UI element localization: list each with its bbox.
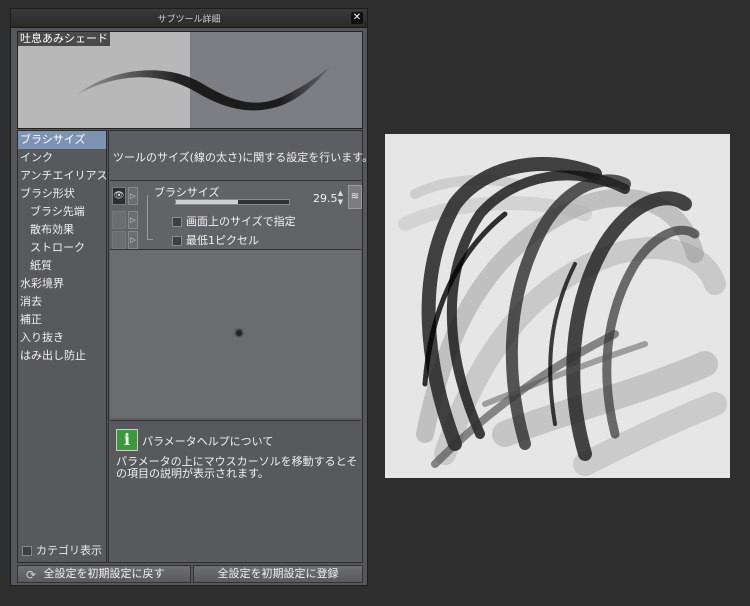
checkbox-icon[interactable] bbox=[172, 236, 182, 246]
close-icon[interactable]: ✕ bbox=[351, 12, 363, 24]
settings-pane: ツールのサイズ(線の太さ)に関する設定を行います。 👁 ▷ ブラシサイズ 29.… bbox=[108, 130, 373, 563]
brush-size-value[interactable]: 29.5 bbox=[313, 192, 338, 205]
category-item[interactable]: 水彩境界 bbox=[18, 275, 106, 293]
eye-icon[interactable]: 👁 bbox=[112, 187, 126, 205]
register-all-label: 全設定を初期設定に登録 bbox=[217, 567, 339, 580]
category-description: ツールのサイズ(線の太さ)に関する設定を行います。 bbox=[113, 151, 374, 164]
category-item[interactable]: 散布効果 bbox=[18, 221, 106, 239]
brush-size-label: ブラシサイズ bbox=[154, 186, 220, 199]
subtool-detail-dialog: サブツール詳細 ✕ 吐息あみシェード ブラシサイズ インク アンチエイリアス ブラシ形… bbox=[10, 8, 373, 586]
category-item[interactable]: インク bbox=[18, 149, 106, 167]
brush-preview: 吐息あみシェード bbox=[17, 31, 363, 129]
min-1px-option[interactable]: 最低1ピクセル bbox=[172, 232, 259, 248]
tree-line bbox=[147, 195, 148, 239]
eye-icon[interactable] bbox=[112, 211, 126, 229]
parameter-area: 👁 ▷ ブラシサイズ 29.5 ▲ ▼ ≋ ▷ 画面上のサイズで指定 ▷ 最低1… bbox=[110, 180, 362, 250]
checkbox-icon[interactable] bbox=[22, 546, 32, 556]
screen-size-option[interactable]: 画面上のサイズで指定 bbox=[172, 213, 296, 229]
category-item[interactable]: 紙質 bbox=[18, 257, 106, 275]
category-display-checkbox[interactable]: カテゴリ表示 bbox=[22, 544, 102, 558]
dialog-title: サブツール詳細 bbox=[157, 15, 221, 25]
reset-all-button[interactable]: ⟳ 全設定を初期設定に戻す bbox=[17, 565, 191, 583]
drawing-canvas[interactable] bbox=[385, 134, 730, 478]
brush-size-slider[interactable] bbox=[175, 199, 290, 205]
expand-arrow-icon[interactable]: ▷ bbox=[128, 211, 138, 229]
category-item[interactable]: 入り抜き bbox=[18, 329, 106, 347]
canvas-strokes bbox=[398, 157, 727, 476]
category-item[interactable]: ブラシサイズ bbox=[18, 131, 106, 149]
brush-size-controls: 👁 ▷ bbox=[112, 187, 142, 205]
min-1px-controls: ▷ bbox=[112, 231, 142, 249]
spin-arrows-icon[interactable]: ▲ ▼ bbox=[336, 189, 345, 207]
help-title: パラメータヘルプについて bbox=[142, 435, 274, 448]
screen-size-controls: ▷ bbox=[112, 211, 142, 229]
expand-arrow-icon[interactable]: ▷ bbox=[128, 231, 138, 249]
category-item[interactable]: 補正 bbox=[18, 311, 106, 329]
category-item[interactable]: ブラシ先端 bbox=[18, 203, 106, 221]
min-1px-label: 最低1ピクセル bbox=[186, 234, 259, 247]
category-item[interactable]: ストローク bbox=[18, 239, 106, 257]
reset-icon: ⟳ bbox=[26, 568, 37, 582]
category-item[interactable]: 消去 bbox=[18, 293, 106, 311]
tree-branch bbox=[147, 239, 153, 240]
expand-arrow-icon[interactable]: ▷ bbox=[128, 187, 138, 205]
brush-tip-dot bbox=[234, 328, 244, 338]
help-text: パラメータの上にマウスカーソルを移動するとその項目の説明が表示されます。 bbox=[116, 455, 358, 480]
brush-tip-view bbox=[110, 250, 361, 418]
preview-stroke bbox=[78, 67, 330, 111]
category-item[interactable]: はみ出し防止 bbox=[18, 347, 106, 365]
category-list: ブラシサイズ インク アンチエイリアス ブラシ形状 ブラシ先端 散布効果 ストローク 紙質 水彩… bbox=[17, 130, 108, 563]
title-bar[interactable]: サブツール詳細 ✕ bbox=[11, 9, 367, 28]
info-icon: i bbox=[116, 429, 138, 451]
register-all-button[interactable]: 全設定を初期設定に登録 bbox=[193, 565, 363, 583]
slider-fill bbox=[176, 200, 239, 204]
pressure-settings-icon[interactable]: ≋ bbox=[348, 185, 362, 209]
parameter-help: i パラメータヘルプについて パラメータの上にマウスカーソルを移動するとその項目… bbox=[110, 420, 361, 561]
screen-size-label: 画面上のサイズで指定 bbox=[186, 215, 296, 228]
checkbox-icon[interactable] bbox=[172, 217, 182, 227]
tool-name: 吐息あみシェード bbox=[18, 32, 110, 46]
category-display-label: カテゴリ表示 bbox=[36, 544, 102, 557]
reset-all-label: 全設定を初期設定に戻す bbox=[43, 567, 165, 580]
category-item[interactable]: アンチエイリアス bbox=[18, 167, 108, 185]
eye-icon[interactable] bbox=[112, 231, 126, 249]
category-item[interactable]: ブラシ形状 bbox=[18, 185, 106, 203]
